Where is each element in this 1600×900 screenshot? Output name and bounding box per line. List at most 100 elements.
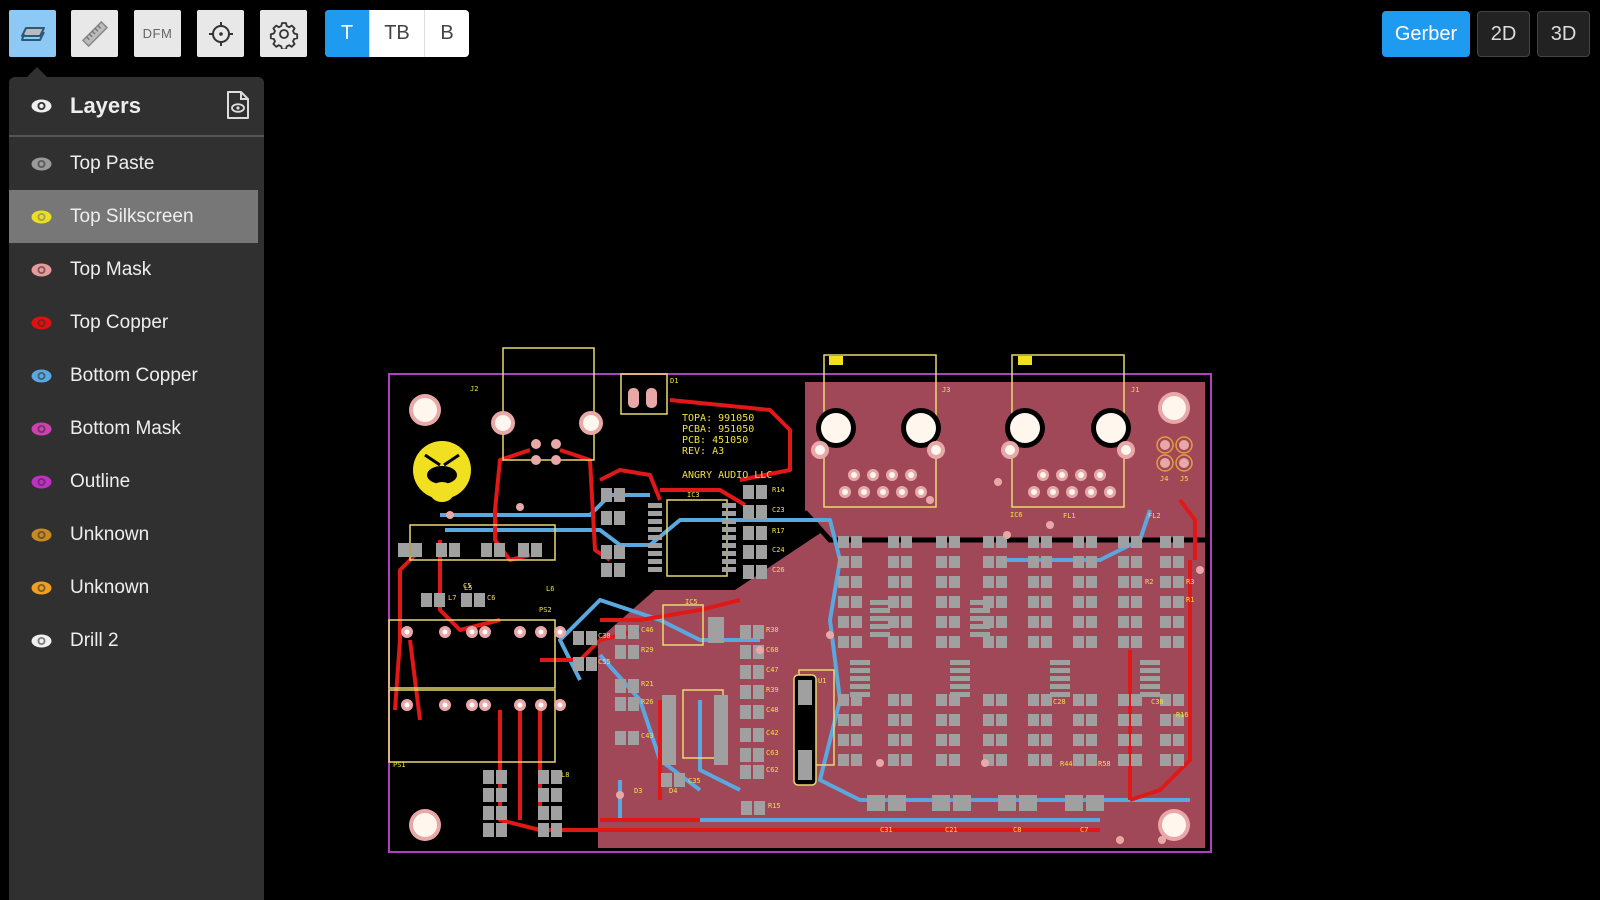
layer-item-unknown[interactable]: Unknown	[9, 508, 258, 561]
pin-drill	[880, 489, 886, 495]
smd-pad	[573, 657, 584, 671]
eye-icon[interactable]	[31, 263, 52, 277]
smd-pad	[743, 565, 754, 579]
ic3-pin	[722, 543, 736, 548]
ic-pin	[1050, 676, 1070, 681]
bottom-copper-trace	[618, 780, 1100, 822]
mounting-hole-ring	[409, 394, 441, 426]
header-outline	[1175, 454, 1193, 472]
smd-pad	[838, 714, 849, 726]
jack-hole-clearance	[901, 408, 941, 448]
layer-item-top-mask[interactable]: Top Mask	[9, 243, 258, 296]
view-3d-button[interactable]: 3D	[1537, 11, 1590, 57]
smd-pad	[1028, 576, 1039, 588]
smd-pad	[615, 625, 626, 639]
refdes-label: C36	[1151, 698, 1164, 706]
smd-pad	[1041, 536, 1052, 548]
smd-pad	[1073, 694, 1084, 706]
layer-item-unknown[interactable]: Unknown	[9, 561, 258, 614]
settings-tool-button[interactable]	[260, 10, 307, 57]
part-info-text: TOPA: 991050	[682, 413, 754, 424]
eye-icon[interactable]	[31, 528, 52, 542]
smd-pad	[996, 636, 1007, 648]
ic-pin	[970, 616, 990, 621]
refdes-label: U1	[818, 677, 826, 685]
ps-pin-drill	[557, 702, 563, 708]
crystal-outline	[793, 674, 817, 786]
refdes-label: C5	[463, 582, 471, 590]
part-info-text: REV: A3	[682, 446, 724, 457]
layer-item-top-silkscreen[interactable]: Top Silkscreen	[9, 190, 258, 243]
smd-pad	[753, 728, 764, 742]
dfm-tool-button[interactable]: DFM	[134, 10, 181, 57]
top-copper-trace	[1129, 560, 1192, 802]
j2-pad	[531, 455, 541, 465]
smd-pad	[936, 714, 947, 726]
layer-item-bottom-copper[interactable]: Bottom Copper	[9, 349, 258, 402]
smd-pad	[740, 705, 751, 719]
ic-pin	[950, 676, 970, 681]
layer-item-bottom-mask[interactable]: Bottom Mask	[9, 402, 258, 455]
ic3-pin	[648, 567, 662, 572]
eye-icon[interactable]	[31, 475, 52, 489]
header-outline	[1156, 454, 1174, 472]
refdes-label: R14	[772, 486, 785, 494]
view-gerber-button[interactable]: Gerber	[1382, 11, 1470, 57]
layer-item-outline[interactable]: Outline	[9, 455, 258, 508]
eye-icon[interactable]	[31, 157, 52, 171]
ic-pin	[850, 660, 870, 665]
smd-pad	[1173, 754, 1184, 766]
eye-icon[interactable]	[31, 581, 52, 595]
measure-tool-button[interactable]	[71, 10, 118, 57]
ic-pin	[950, 668, 970, 673]
cap-pad	[867, 795, 885, 811]
eye-icon[interactable]	[31, 99, 52, 113]
smd-pad	[1160, 596, 1171, 608]
layer-list: Top Paste Top Silkscreen Top Mask Top Coppe…	[9, 137, 264, 667]
layer-item-top-copper[interactable]: Top Copper	[9, 296, 258, 349]
pin-drill	[1031, 489, 1037, 495]
refdes-label: L7	[448, 594, 456, 602]
eye-icon[interactable]	[31, 369, 52, 383]
ic-pin	[870, 608, 890, 613]
smd-pad	[851, 694, 862, 706]
smd-pad	[1118, 636, 1129, 648]
eye-icon[interactable]	[31, 316, 52, 330]
side-both-button[interactable]: TB	[370, 10, 425, 57]
smd-pad	[411, 543, 422, 557]
smd-pad	[949, 636, 960, 648]
view-2d-button[interactable]: 2D	[1477, 11, 1530, 57]
pin-ring	[1094, 469, 1106, 481]
ic-pin	[870, 624, 890, 629]
ic-pin	[950, 660, 970, 665]
layer-label: Top Mask	[70, 258, 152, 280]
ruler-icon	[81, 20, 108, 47]
pin-ring	[1047, 486, 1059, 498]
ic-pin	[1140, 676, 1160, 681]
eye-icon[interactable]	[31, 210, 52, 224]
side-top-button[interactable]: T	[325, 10, 370, 57]
refdes-label: C42	[766, 729, 779, 737]
smd-pad	[838, 616, 849, 628]
layer-item-drill-2[interactable]: Drill 2	[9, 614, 258, 667]
refdes-label: D4	[669, 787, 677, 795]
side-bottom-button[interactable]: B	[425, 10, 469, 57]
smd-pad	[851, 754, 862, 766]
ic3-pin	[648, 535, 662, 540]
file-eye-icon[interactable]	[226, 91, 250, 119]
j2-pad	[551, 455, 561, 465]
smd-pad	[996, 694, 1007, 706]
mounting-hole	[1162, 396, 1186, 420]
center-tool-button[interactable]	[197, 10, 244, 57]
eye-icon[interactable]	[31, 422, 52, 436]
ps-pin-drill	[517, 702, 523, 708]
mounting-hole	[413, 813, 437, 837]
mounting-hole	[495, 415, 511, 431]
eye-icon[interactable]	[31, 634, 52, 648]
layer-item-top-paste[interactable]: Top Paste	[9, 137, 258, 190]
smd-pad	[483, 823, 494, 837]
via	[1046, 521, 1054, 529]
layers-tool-button[interactable]	[9, 10, 56, 57]
smd-pad	[851, 714, 862, 726]
ic-pin	[950, 692, 970, 697]
